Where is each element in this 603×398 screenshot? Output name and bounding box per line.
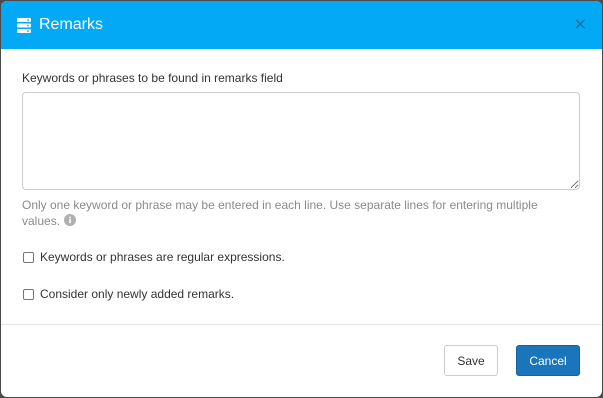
- info-icon[interactable]: [64, 214, 77, 226]
- cancel-button[interactable]: Cancel: [516, 345, 580, 376]
- close-icon[interactable]: ×: [574, 15, 587, 33]
- remarks-dialog: Remarks × Keywords or phrases to be foun…: [1, 1, 602, 397]
- keywords-label: Keywords or phrases to be found in remar…: [22, 71, 283, 85]
- dialog-body: Keywords or phrases to be found in remar…: [1, 49, 602, 325]
- help-text: Only one keyword or phrase may be entere…: [22, 197, 562, 229]
- option-regex-row[interactable]: Keywords or phrases are regular expressi…: [22, 250, 285, 264]
- help-text-content: Only one keyword or phrase may be entere…: [22, 198, 538, 228]
- new-remarks-checkbox[interactable]: [23, 288, 34, 300]
- regex-checkbox[interactable]: [23, 251, 34, 263]
- save-button[interactable]: Save: [444, 345, 498, 376]
- new-remarks-checkbox-label[interactable]: Consider only newly added remarks.: [40, 287, 234, 301]
- regex-checkbox-label[interactable]: Keywords or phrases are regular expressi…: [40, 250, 285, 264]
- server-stack-icon: [17, 17, 31, 33]
- dialog-header: Remarks ×: [1, 1, 602, 49]
- option-new-remarks-row[interactable]: Consider only newly added remarks.: [22, 287, 234, 301]
- keywords-textarea[interactable]: [22, 92, 580, 190]
- dialog-title: Remarks: [39, 16, 104, 33]
- dialog-footer: Save Cancel: [1, 325, 602, 397]
